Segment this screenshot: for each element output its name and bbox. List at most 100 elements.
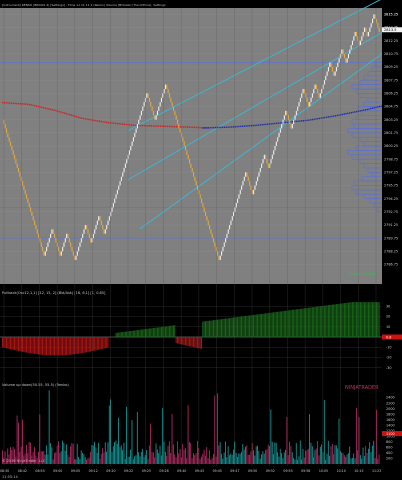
osc-bar-negative [48,337,50,356]
last-price-label: 2813.5 [384,28,397,32]
volume-bar-up [291,452,293,464]
renko-brick-up [118,185,120,190]
renko-brick-down [218,255,220,261]
volume-bar-up [273,454,274,464]
renko-brick-up [221,251,223,256]
renko-brick-up [107,220,109,225]
volume-bar-down [193,453,194,464]
osc-bar-negative [201,337,202,349]
volume-bar-up [119,447,121,464]
osc-bar-positive [162,326,164,337]
time-tick-label: 10:15 [354,469,363,473]
renko-brick-down [22,181,24,186]
renko-brick-up [231,216,233,221]
volume-bar-up [363,456,365,464]
osc-bar-positive [275,311,277,337]
renko-brick-up [262,159,264,164]
renko-brick-up [258,172,260,177]
osc-bar-positive [135,330,137,337]
osc-bar-positive [291,309,293,337]
renko-brick-up [273,150,275,155]
renko-brick-up [321,88,323,94]
renko-brick-down [195,181,197,186]
volume-bar-up [293,458,294,464]
osc-bar-negative [84,337,86,353]
osc-bar-positive [322,305,324,337]
renko-brick-down [201,198,203,204]
renko-brick-down [55,238,57,243]
volume-bar-up [50,443,51,464]
renko-brick-up [329,62,331,68]
volume-bar-down [205,455,206,464]
volume-bar-up [253,450,254,464]
renko-brick-up [347,53,350,59]
osc-axis-bg [382,288,402,380]
osc-bar-negative [50,337,52,356]
osc-bar-negative [76,337,78,354]
time-tick-label: 08:55 [35,469,44,473]
renko-brick-up [230,220,232,225]
osc-bar-negative [179,337,181,345]
renko-brick-down [16,163,18,168]
volume-bar-up [371,445,373,464]
volume-bar-up [96,452,98,464]
renko-brick-up [146,93,148,98]
renko-brick-up [95,224,97,230]
renko-brick-up [104,229,106,234]
volume-bar-down [18,422,19,464]
price-tick-label: 2797.25 [384,171,398,175]
renko-brick-down [355,31,358,37]
renko-brick-up [122,172,124,177]
osc-bar-positive [351,302,353,337]
volume-bar-down [86,459,87,464]
renko-brick-up [239,189,241,195]
volume-bar-up [321,444,323,464]
renko-brick-down [305,93,307,98]
osc-bar-positive [166,326,168,337]
osc-bar-positive [156,327,158,337]
renko-brick-up [319,93,321,98]
osc-bar-positive [138,329,140,337]
volume-bar-up [51,447,53,464]
volume-bar-up [274,442,276,464]
volume-bar-down [88,457,90,464]
renko-brick-down [86,224,88,230]
osc-bar-positive [361,302,363,337]
renko-brick-down [206,216,208,221]
renko-brick-down [52,229,54,234]
renko-brick-down [365,27,367,32]
renko-brick-down [6,128,8,133]
time-tick-label: 09:52 [266,469,275,473]
renko-brick-down [176,119,179,125]
volume-bar-up [135,455,137,464]
volume-bar-down [16,415,18,464]
volume-bar-up [311,446,313,464]
renko-brick-down [59,251,61,256]
volume-bar-down [358,417,360,464]
osc-bar-negative [32,337,34,354]
volume-bar-up [82,452,83,464]
volume-bar-down [318,455,320,464]
osc-bar-negative [27,337,29,353]
renko-brick-up [116,189,118,195]
osc-bar-positive [168,325,170,337]
osc-bar-negative [66,337,68,356]
volume-bar-up [262,451,264,464]
volume-bar-up [354,458,356,464]
volume-bar-up [261,454,262,464]
osc-bar-positive [237,317,239,337]
osc-bar-positive [219,319,221,337]
renko-brick-down [38,233,40,239]
osc-bar-positive [357,302,359,337]
osc-bar-negative [86,337,88,353]
time-tick-label: 10:10 [337,469,346,473]
osc-bar-positive [362,302,364,337]
volume-bar-up [334,445,336,464]
volume-bar-up [83,454,85,464]
osc-bar-positive [229,318,231,337]
osc-bar-negative [175,337,177,344]
osc-bar-negative [70,337,72,355]
renko-chart-window[interactable]: [Instrument] RENKO (BRICKS 4) [Settings]… [0,0,402,480]
vol-tick-label: 1600 [386,418,395,422]
osc-bar-positive [359,302,361,337]
